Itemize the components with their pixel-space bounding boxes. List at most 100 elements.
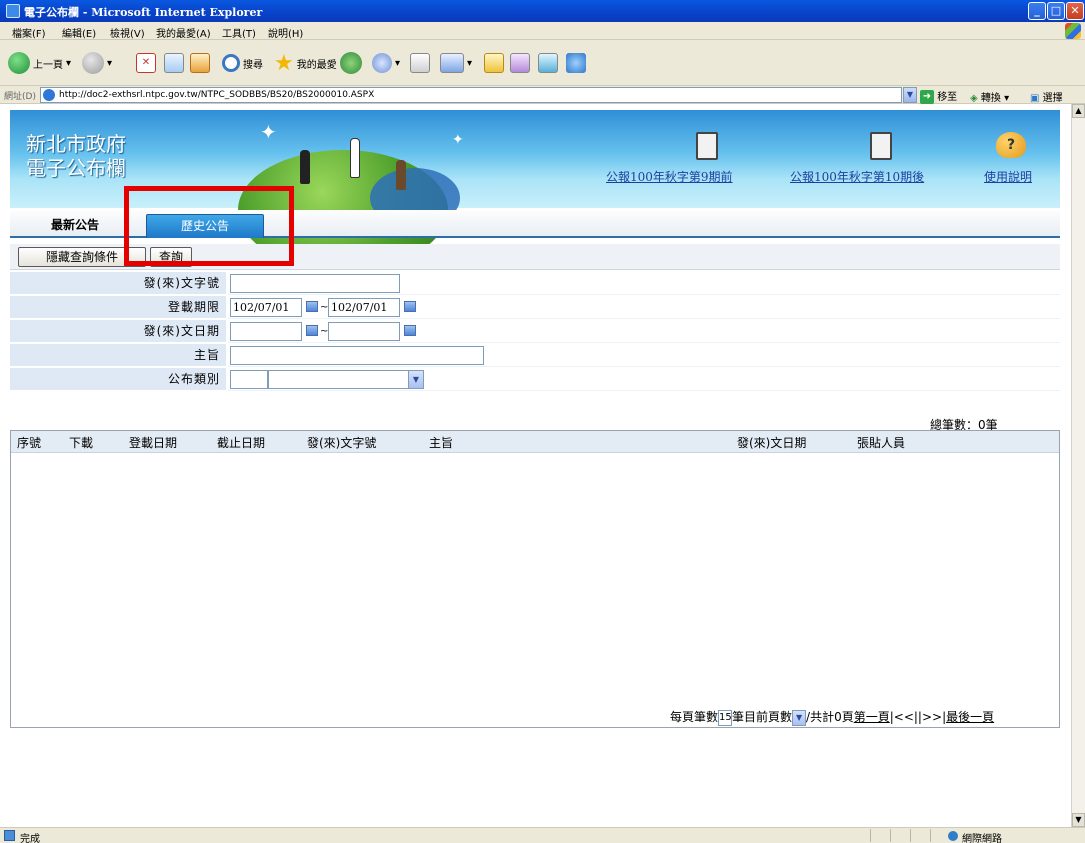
mail-button[interactable]: ▾ <box>372 50 400 76</box>
edit-icon <box>440 53 464 73</box>
minimize-button[interactable]: _ <box>1028 2 1046 20</box>
research-icon <box>510 53 530 73</box>
per-page-input[interactable]: 15 <box>718 709 733 726</box>
translate-button[interactable]: ◈ 轉換 ▾ <box>970 89 1009 104</box>
favorites-star-icon: ★ <box>274 50 294 76</box>
maximize-button[interactable]: □ <box>1047 2 1065 20</box>
help-link[interactable]: 使用說明 <box>984 168 1032 185</box>
scroll-up-arrow-icon[interactable]: ▲ <box>1072 104 1085 118</box>
favorites-button[interactable]: ★ 我的最愛 <box>274 50 337 76</box>
calendar-icon[interactable] <box>306 325 318 336</box>
research-button[interactable] <box>510 50 530 76</box>
calendar-icon[interactable] <box>306 301 318 312</box>
menu-view[interactable]: 檢視(V) <box>110 25 145 40</box>
status-divider <box>870 829 871 842</box>
address-input[interactable]: http://doc2-exthsrl.ntpc.gov.tw/NTPC_SOD… <box>40 87 902 103</box>
refresh-button[interactable] <box>164 50 184 76</box>
home-button[interactable] <box>190 50 210 76</box>
page-icon <box>43 89 55 101</box>
address-label: 網址(D) <box>4 92 36 102</box>
forward-dropdown-icon: ▾ <box>107 57 113 69</box>
doc-date-end-input[interactable] <box>328 322 400 341</box>
col-header-subject[interactable]: 主旨 <box>429 434 453 451</box>
select-icon: ▣ <box>1030 93 1040 104</box>
back-arrow-icon <box>8 52 30 74</box>
help-icon: ? <box>996 132 1026 158</box>
pager: 每頁筆數15筆目前頁數 ▼/共計0頁第一頁|<<||>>|最後一頁 <box>670 708 994 726</box>
edit-button[interactable]: ▾ <box>440 50 472 76</box>
vertical-scrollbar[interactable]: ▲ ▼ <box>1071 104 1085 827</box>
browser-toolbar: 上一頁 ▾ ▾ ✕ 搜尋 ★ 我的最愛 ▾ ▾ <box>0 40 1085 86</box>
current-page-label: 筆目前頁數 <box>732 710 793 724</box>
page-select[interactable]: ▼ <box>792 709 807 726</box>
home-icon <box>190 53 210 73</box>
col-header-end-date[interactable]: 截止日期 <box>217 434 265 451</box>
person-figure <box>350 138 360 178</box>
select-label: 選擇 <box>1042 93 1063 104</box>
messenger-button[interactable] <box>538 50 558 76</box>
subject-input[interactable] <box>230 346 484 365</box>
print-button[interactable] <box>410 50 430 76</box>
subject-label: 主旨 <box>10 344 226 367</box>
stop-icon: ✕ <box>136 53 156 73</box>
menu-edit[interactable]: 編輯(E) <box>62 25 96 40</box>
doc-date-label: 發(來)文日期 <box>10 320 226 343</box>
calendar-icon[interactable] <box>404 325 416 336</box>
status-text: 完成 <box>20 834 40 843</box>
menu-favorites[interactable]: 我的最愛(A) <box>156 25 211 40</box>
forward-button[interactable]: ▾ <box>82 50 112 76</box>
gazette-prev-icon <box>696 132 718 160</box>
go-button[interactable]: ➜ 移至 <box>920 88 957 104</box>
select-button[interactable]: ▣ 選擇 <box>1030 89 1063 104</box>
history-button[interactable] <box>340 50 362 76</box>
forward-arrow-icon <box>82 52 104 74</box>
menu-file[interactable]: 檔案(F) <box>12 25 46 40</box>
back-button[interactable]: 上一頁 ▾ <box>8 50 71 76</box>
folder-icon <box>484 53 504 73</box>
discuss-button[interactable] <box>484 50 504 76</box>
col-header-doc-no[interactable]: 發(來)文字號 <box>307 434 376 451</box>
site-title-line2: 電子公布欄 <box>26 156 126 180</box>
form-row-doc-no: 發(來)文字號 <box>10 272 1060 296</box>
col-header-poster[interactable]: 張貼人員 <box>857 434 905 451</box>
last-page-link[interactable]: 最後一頁 <box>946 710 994 724</box>
category-select[interactable]: ▼ <box>268 370 424 389</box>
go-label: 移至 <box>937 92 958 103</box>
page-nav-links[interactable]: |<<||>>| <box>890 710 946 724</box>
search-button[interactable]: 搜尋 <box>222 50 263 76</box>
close-button[interactable]: ✕ <box>1066 2 1084 20</box>
col-header-post-date[interactable]: 登載日期 <box>129 434 177 451</box>
menu-tools[interactable]: 工具(T) <box>222 25 256 40</box>
ie-app-icon <box>6 4 20 18</box>
col-header-serial[interactable]: 序號 <box>17 434 41 451</box>
gazette-next-link[interactable]: 公報100年秋字第10期後 <box>790 168 924 185</box>
period-start-input[interactable]: 102/07/01 <box>230 298 302 317</box>
form-row-subject: 主旨 <box>10 344 1060 368</box>
calendar-icon[interactable] <box>404 301 416 312</box>
scroll-down-arrow-icon[interactable]: ▼ <box>1072 813 1085 827</box>
col-header-doc-date[interactable]: 發(來)文日期 <box>737 434 806 451</box>
address-dropdown-button[interactable]: ▼ <box>903 87 917 103</box>
status-bar: 完成 網際網路 <box>0 827 1085 843</box>
total-pages-label: /共計0頁 <box>806 710 854 724</box>
back-dropdown-icon: ▾ <box>66 57 72 69</box>
category-code-input[interactable] <box>230 370 268 389</box>
col-header-download[interactable]: 下載 <box>69 434 93 451</box>
first-page-link[interactable]: 第一頁 <box>854 710 890 724</box>
translate-label: 轉換 <box>980 93 1001 104</box>
gazette-prev-link[interactable]: 公報100年秋字第9期前 <box>606 168 733 185</box>
highlight-box <box>124 186 294 266</box>
translate-icon: ◈ <box>970 93 978 104</box>
stop-button[interactable]: ✕ <box>136 50 156 76</box>
mail-icon <box>372 53 392 73</box>
form-row-category: 公布類別 ▼ <box>10 368 1060 392</box>
doc-date-start-input[interactable] <box>230 322 302 341</box>
menu-help[interactable]: 說明(H) <box>268 25 303 40</box>
links-button[interactable] <box>566 50 586 76</box>
doc-no-input[interactable] <box>230 274 400 293</box>
period-end-input[interactable]: 102/07/01 <box>328 298 400 317</box>
doc-no-label: 發(來)文字號 <box>10 272 226 295</box>
address-url: http://doc2-exthsrl.ntpc.gov.tw/NTPC_SOD… <box>59 90 375 100</box>
tab-latest[interactable]: 最新公告 <box>20 214 130 238</box>
results-grid: 序號 下載 登載日期 截止日期 發(來)文字號 主旨 發(來)文日期 張貼人員 <box>10 430 1060 728</box>
